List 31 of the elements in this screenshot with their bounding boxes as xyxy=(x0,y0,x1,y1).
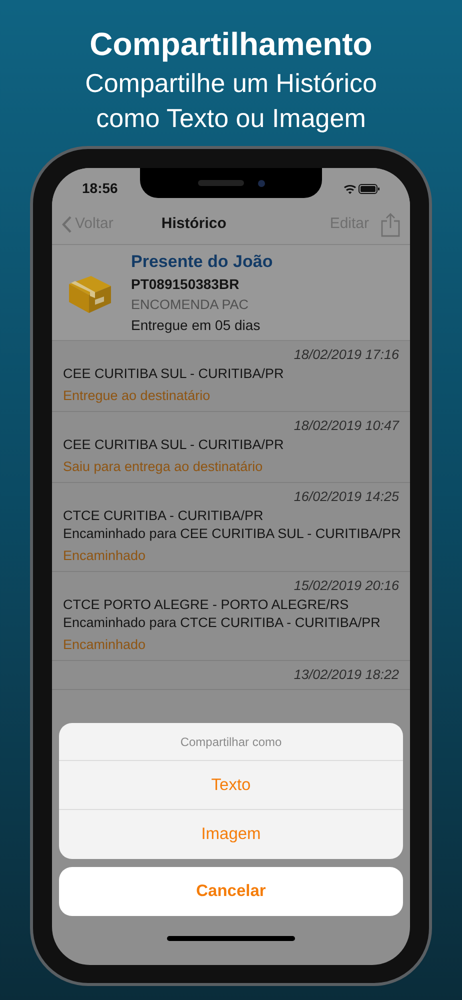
share-option[interactable]: Texto xyxy=(59,761,403,810)
event-status: Encaminhado xyxy=(63,636,147,654)
event-location: CEE CURITIBA SUL - CURITIBA/PR xyxy=(63,365,285,383)
event-date: 15/02/2019 20:16 xyxy=(294,577,399,594)
event-location: CTCE CURITIBA - CURITIBA/PR Encaminhado para CEE CURITIBA SUL - CURITIBA/PR xyxy=(63,507,399,543)
delivery-time: Entregue em 05 dias xyxy=(131,316,262,336)
event-status: Saiu para entrega ao destinatário xyxy=(63,458,264,476)
event-location: CEE CURITIBA SUL - CURITIBA/PR xyxy=(63,436,285,454)
tracking-code: PT089150383BR xyxy=(131,275,240,294)
speaker-icon xyxy=(198,180,244,186)
action-sheet-title: Compartilhar como xyxy=(59,723,403,761)
share-option[interactable]: Imagem xyxy=(59,810,403,859)
status-icons xyxy=(344,182,380,194)
event-status: Entregue ao destinatário xyxy=(63,387,212,405)
event-location: CTCE PORTO ALEGRE - PORTO ALEGRE/RS Encaminhado para CTCE CURITIBA - CURITIBA/PR xyxy=(63,596,382,632)
nav-title: Histórico xyxy=(161,214,226,234)
event-date: 13/02/2019 18:22 xyxy=(294,666,399,683)
package-name: Presente do João xyxy=(131,250,273,273)
event-date: 16/02/2019 14:25 xyxy=(294,488,399,505)
status-time: 18:56 xyxy=(82,179,118,198)
event-date: 18/02/2019 17:16 xyxy=(294,346,399,363)
event-date: 18/02/2019 10:47 xyxy=(294,417,399,434)
share-button[interactable] xyxy=(381,212,400,236)
cancel-button[interactable]: Cancelar xyxy=(59,867,403,916)
promo-subtitle: Compartilhe um Histórico como Texto ou Imagem xyxy=(84,67,378,135)
camera-icon xyxy=(258,180,264,186)
chevron-left-icon xyxy=(62,216,72,233)
event-status: Encaminhado xyxy=(63,547,147,565)
service-type: ENCOMENDA PAC xyxy=(131,296,250,314)
share-icon xyxy=(381,212,400,236)
promo-title: Compartilhamento xyxy=(90,25,372,64)
